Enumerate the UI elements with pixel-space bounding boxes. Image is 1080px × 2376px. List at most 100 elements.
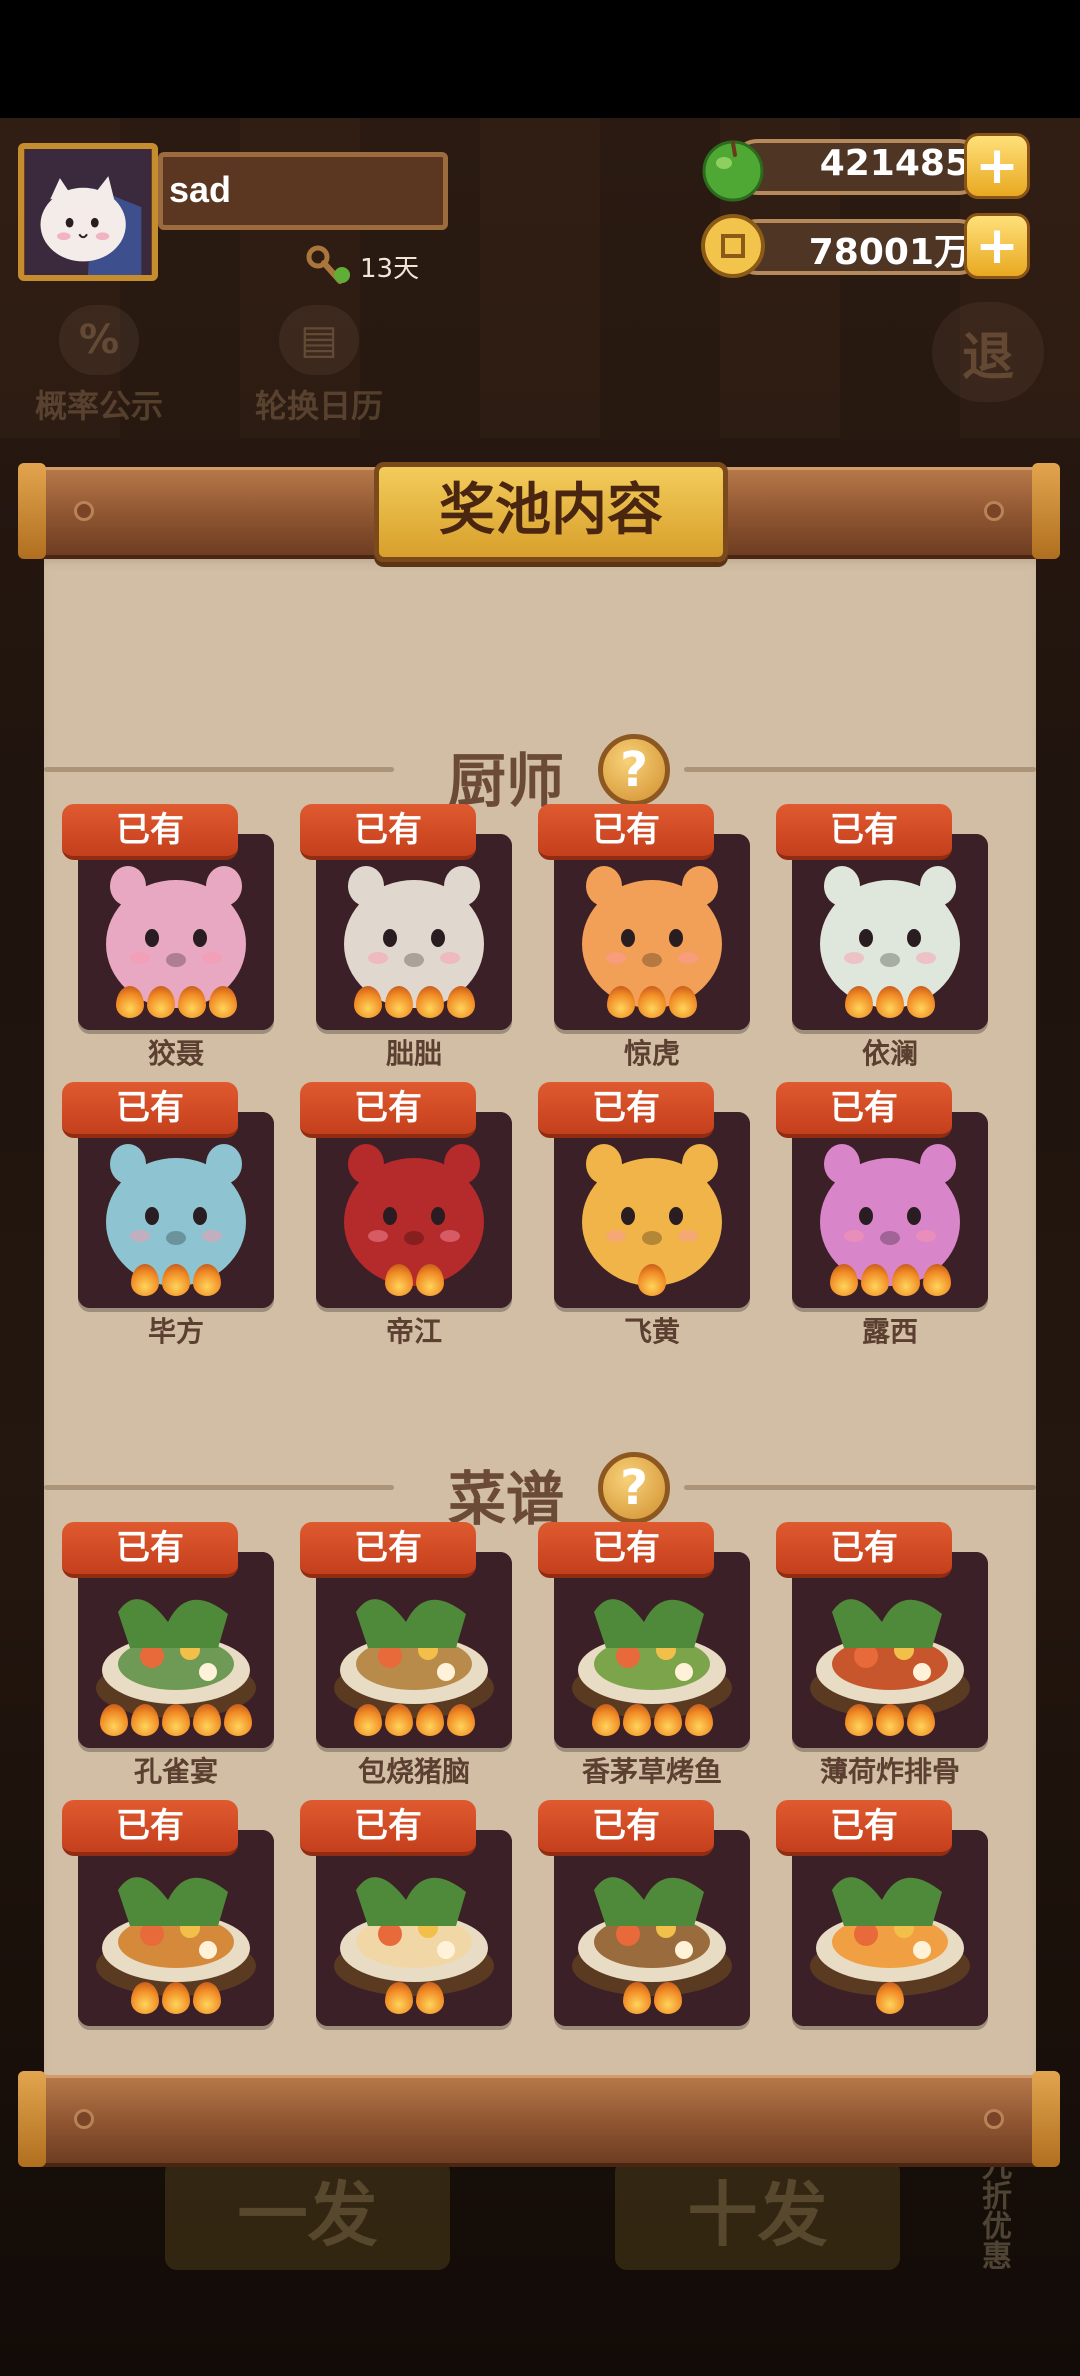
roller-cap [1032, 463, 1060, 559]
owned-badge: 已有 [538, 804, 714, 860]
flame-icon [607, 986, 635, 1018]
flame-icon [384, 986, 413, 1018]
chef-help-button[interactable]: ? [598, 734, 670, 806]
roller-nail [984, 501, 1004, 521]
owned-badge: 已有 [62, 1800, 238, 1856]
apple-currency: 421485 + [700, 133, 1030, 202]
recipe-card[interactable]: 已有 [300, 1800, 512, 2070]
flame-icon [922, 1264, 951, 1296]
flame-icon [591, 1704, 620, 1736]
flame-icon [131, 1982, 159, 2014]
flame-icon [193, 1982, 221, 2014]
flame-icon [653, 1704, 682, 1736]
chef-card[interactable]: 已有狡聂 [62, 804, 274, 1074]
flame-icon [353, 986, 382, 1018]
flame-icon [684, 1704, 713, 1736]
rarity-flames [78, 986, 274, 1018]
flame-icon [146, 986, 175, 1018]
player-name-bar: sad [158, 152, 448, 230]
rarity-flames [316, 986, 512, 1018]
player-avatar[interactable] [18, 143, 158, 281]
flame-icon [384, 1704, 413, 1736]
flame-icon [224, 1704, 252, 1736]
divider [44, 767, 394, 772]
add-apple-button[interactable]: + [964, 133, 1030, 199]
flame-icon [193, 1704, 221, 1736]
scroll-roller-bottom [18, 2071, 1060, 2167]
recipe-card[interactable]: 已有 [538, 1800, 750, 2070]
discount-badge: 九折优惠 [976, 2150, 1011, 2270]
chef-card[interactable]: 已有 依澜 [776, 804, 988, 1074]
chef-name: 露西 [861, 1315, 918, 1348]
flame-icon [446, 1704, 475, 1736]
draw-ten-button[interactable]: 十发 [615, 2160, 900, 2270]
flame-icon [860, 1264, 889, 1296]
apple-amount: 421485 [819, 143, 970, 184]
flame-icon [131, 1704, 159, 1736]
flame-icon [638, 1264, 666, 1296]
flame-icon [876, 1704, 904, 1736]
flame-icon [829, 1264, 858, 1296]
flame-icon [415, 1704, 444, 1736]
owned-badge: 已有 [62, 804, 238, 860]
flame-icon [876, 986, 904, 1018]
flame-icon [415, 1264, 444, 1296]
flame-icon [415, 1982, 444, 2014]
probability-label: 概率公示 [35, 387, 164, 425]
recipe-name: 薄荷炸排骨 [819, 1755, 960, 1788]
chef-name: 毕方 [147, 1315, 204, 1348]
flame-icon [907, 1704, 935, 1736]
flame-icon [384, 1264, 413, 1296]
rotation-calendar-button[interactable]: ▤ 轮换日历 [255, 305, 383, 427]
days-label: 13天 [360, 253, 420, 284]
owned-badge: 已有 [538, 1800, 714, 1856]
coin-currency: 78001万 + [700, 213, 1030, 279]
rarity-flames [316, 1704, 512, 1736]
chef-name: 狡聂 [147, 1037, 204, 1070]
flame-icon [891, 1264, 920, 1296]
flame-icon [384, 1982, 413, 2014]
prize-pool-panel: 厨师 ? 已有 狡聂 已有 朏朏 已有 惊虎 已有 依澜 已有 毕方 已有 帝江 已有 飞黄 已有 露西 菜谱… [44, 550, 1036, 2078]
recipe-card[interactable]: 已有 薄荷炸排骨 [776, 1522, 988, 1792]
recipe-card[interactable]: 已有 香茅草烤鱼 [538, 1522, 750, 1792]
add-coin-button[interactable]: + [964, 213, 1030, 279]
chef-card[interactable]: 已有 毕方 [62, 1082, 274, 1352]
owned-badge: 已有 [776, 1082, 952, 1138]
flame-icon [876, 1982, 904, 2014]
recipe-card[interactable]: 已有 孔雀宴 [62, 1522, 274, 1792]
chef-card[interactable]: 已有 惊虎 [538, 804, 750, 1074]
rarity-flames [78, 1982, 274, 2014]
flame-icon [669, 986, 697, 1018]
owned-badge: 已有 [776, 804, 952, 860]
chef-section-header: 厨师 ? [44, 730, 1036, 815]
roller-cap [18, 2071, 46, 2167]
divider [44, 1485, 394, 1490]
owned-badge: 已有 [62, 1522, 238, 1578]
chef-card[interactable]: 已有 飞黄 [538, 1082, 750, 1352]
owned-badge: 已有 [300, 1800, 476, 1856]
divider [684, 1485, 1036, 1490]
recipe-card[interactable]: 已有 包烧猪脑 [300, 1522, 512, 1792]
rarity-flames [554, 1264, 750, 1296]
recipe-card[interactable]: 已有 [62, 1800, 274, 2070]
probability-button[interactable]: % 概率公示 [35, 305, 163, 427]
chef-card[interactable]: 已有露西 [776, 1082, 988, 1352]
green-apple-icon [702, 140, 764, 202]
exit-button[interactable]: 退 [932, 302, 1044, 402]
rarity-flames [316, 1982, 512, 2014]
flame-icon [845, 1704, 873, 1736]
cat-avatar-icon [25, 149, 151, 275]
flame-icon [162, 1704, 190, 1736]
recipe-help-button[interactable]: ? [598, 1452, 670, 1524]
draw-one-button[interactable]: 一发 [165, 2160, 450, 2270]
percent-icon: % [59, 305, 139, 375]
recipe-name: 包烧猪脑 [357, 1755, 470, 1788]
membership-days: 13天 [306, 245, 419, 287]
flame-icon [131, 1264, 159, 1296]
flame-icon [622, 1982, 651, 2014]
owned-badge: 已有 [300, 804, 476, 860]
flame-icon [353, 1704, 382, 1736]
chef-card[interactable]: 已有 朏朏 [300, 804, 512, 1074]
recipe-card[interactable]: 已有 [776, 1800, 988, 2070]
chef-card[interactable]: 已有 帝江 [300, 1082, 512, 1352]
